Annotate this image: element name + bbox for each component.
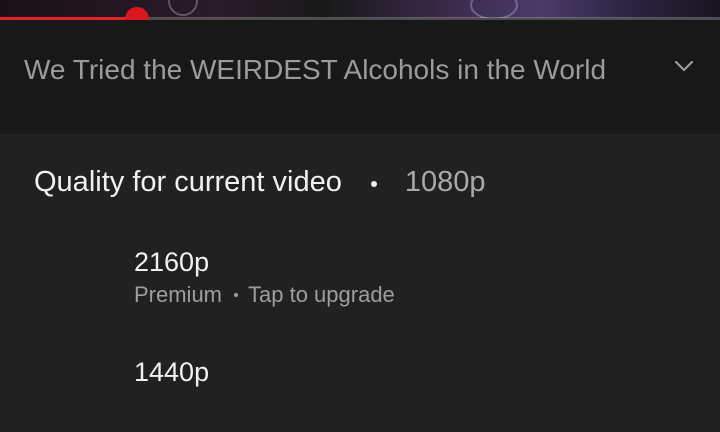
player-screen: We Tried the WEIRDEST Alcohols in the Wo…: [0, 0, 720, 432]
quality-sheet-header: Quality for current video 1080p: [34, 160, 486, 204]
current-quality-value: 1080p: [404, 165, 486, 198]
separator-dot: [370, 181, 377, 187]
video-frame[interactable]: [0, 0, 720, 18]
video-content-shape: [470, 0, 518, 18]
upgrade-note: Tap to upgrade: [248, 282, 395, 307]
quality-heading: Quality for current video: [34, 165, 342, 198]
video-title-panel[interactable]: We Tried the WEIRDEST Alcohols in the Wo…: [0, 20, 720, 134]
separator-dot: [234, 293, 239, 297]
quality-option-label: 1440p: [134, 357, 210, 387]
quality-option-2160p[interactable]: 2160p Premium Tap to upgrade: [134, 244, 694, 310]
quality-option-label: 2160p: [134, 247, 210, 277]
quality-option-1440p[interactable]: 1440p: [134, 354, 694, 390]
chevron-down-icon[interactable]: [670, 56, 698, 76]
video-title: We Tried the WEIRDEST Alcohols in the Wo…: [24, 54, 607, 85]
premium-tier-label: Premium: [134, 282, 223, 307]
video-content-shape: [168, 0, 198, 16]
quality-option-upsell: Premium Tap to upgrade: [134, 280, 694, 310]
quality-sheet: Quality for current video 1080p 2160p Pr…: [0, 134, 720, 432]
